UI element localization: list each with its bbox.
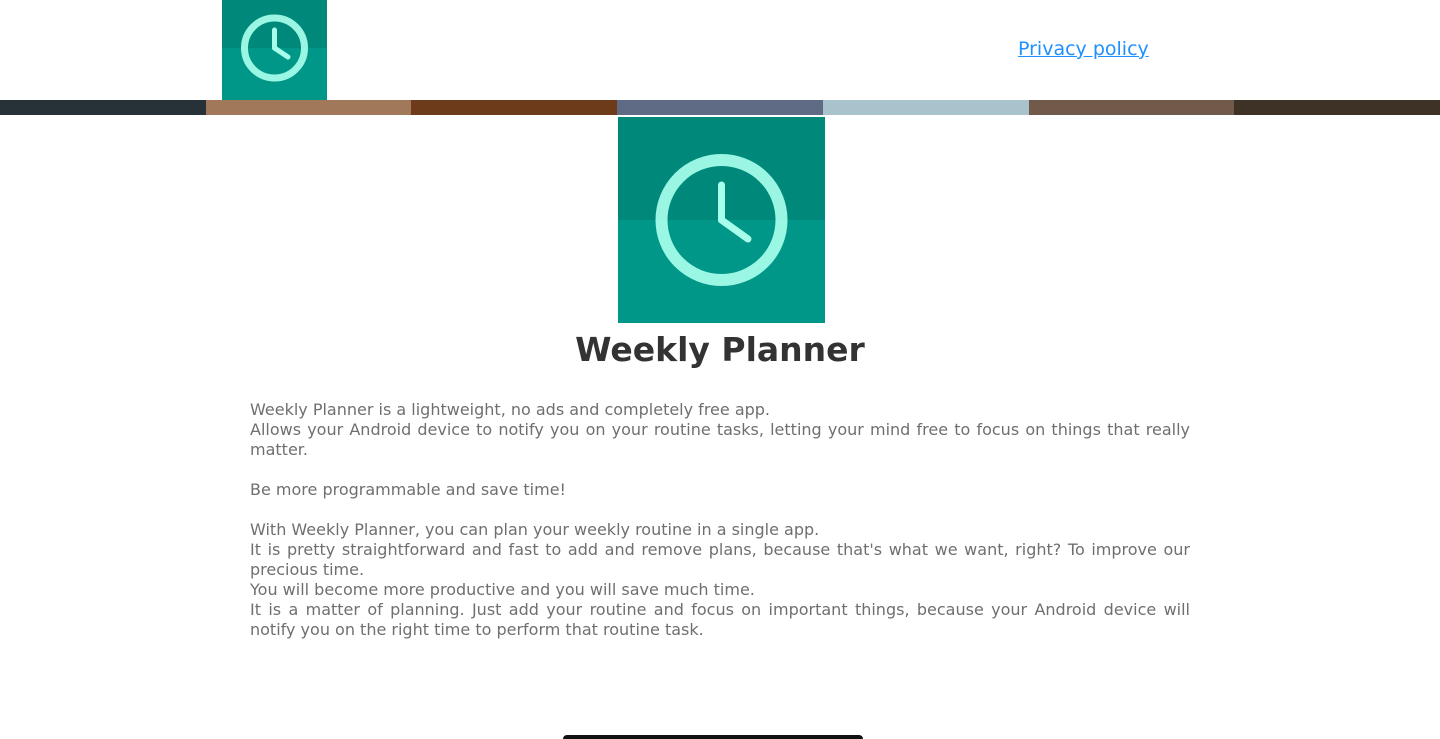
description-text: It is pretty straightforward and fast to… bbox=[250, 540, 1190, 579]
app-description: Weekly Planner is a lightweight, no ads … bbox=[250, 400, 1190, 640]
color-strip-segment bbox=[1028, 100, 1235, 115]
header-logo[interactable] bbox=[222, 0, 327, 100]
description-text: Be more programmable and save time! bbox=[250, 480, 566, 499]
color-strip-segment bbox=[411, 100, 618, 115]
site-header: Privacy policy bbox=[0, 0, 1440, 100]
color-strip-segment bbox=[0, 100, 206, 115]
description-text: Weekly Planner is a lightweight, no ads … bbox=[250, 400, 771, 419]
clock-icon bbox=[222, 0, 327, 100]
color-strip bbox=[0, 100, 1440, 115]
privacy-policy-link[interactable]: Privacy policy bbox=[1018, 38, 1149, 60]
clock-icon bbox=[618, 117, 825, 323]
app-logo bbox=[618, 117, 825, 323]
bottom-bar bbox=[563, 735, 863, 739]
description-text: Allows your Android device to notify you… bbox=[250, 420, 1190, 459]
app-title: Weekly Planner bbox=[575, 330, 865, 369]
description-text: You will become more productive and you … bbox=[250, 580, 755, 599]
color-strip-segment bbox=[205, 100, 412, 115]
color-strip-segment bbox=[822, 100, 1029, 115]
color-strip-segment bbox=[617, 100, 823, 115]
description-text: With Weekly Planner, you can plan your w… bbox=[250, 520, 820, 539]
description-text: It is a matter of planning. Just add you… bbox=[250, 600, 1190, 639]
color-strip-segment bbox=[1234, 100, 1440, 115]
